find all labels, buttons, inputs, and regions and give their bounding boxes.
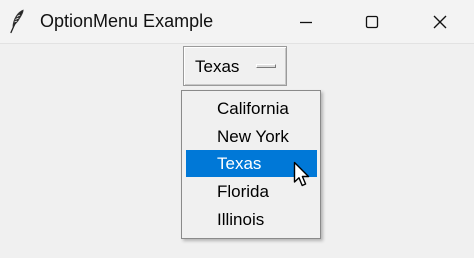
state-option-menu[interactable]: Texas — [183, 46, 287, 86]
menu-item-california[interactable]: California — [186, 95, 317, 122]
minimize-icon — [300, 21, 312, 23]
close-button[interactable] — [410, 0, 470, 43]
close-icon — [433, 15, 447, 28]
app-window: OptionMenu Example Texas California New … — [0, 0, 474, 258]
mouse-cursor-icon — [293, 161, 310, 187]
maximize-icon — [365, 15, 379, 28]
option-indicator-icon — [256, 64, 276, 68]
menu-item-new-york[interactable]: New York — [186, 123, 317, 150]
menu-item-illinois[interactable]: Illinois — [186, 206, 317, 233]
window-title: OptionMenu Example — [40, 11, 214, 31]
maximize-button[interactable] — [342, 0, 402, 43]
title-bar[interactable]: OptionMenu Example — [0, 0, 474, 44]
feather-icon — [10, 9, 24, 34]
minimize-button[interactable] — [276, 0, 336, 43]
option-menu-value: Texas — [195, 57, 240, 76]
